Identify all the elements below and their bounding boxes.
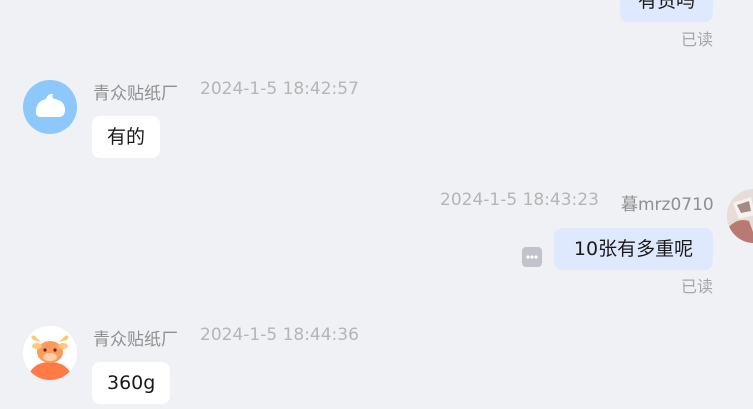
photo-avatar-icon <box>727 189 753 243</box>
message-bubble[interactable]: 10张有多重呢 <box>554 228 713 270</box>
message-time: 2024-1-5 18:44:36 <box>200 325 359 345</box>
read-status: 已读 <box>680 30 713 49</box>
message-bubble[interactable]: 有的 <box>92 116 161 158</box>
self-avatar[interactable] <box>727 189 753 243</box>
more-options-icon <box>526 255 538 259</box>
sender-name: 青众贴纸厂 <box>93 84 178 104</box>
message-bubble[interactable]: 有货吗 <box>620 0 713 22</box>
contact-avatar[interactable] <box>23 80 77 134</box>
sender-name: 青众贴纸厂 <box>93 330 178 350</box>
message-time: 2024-1-5 18:42:57 <box>200 79 359 99</box>
message-bubble[interactable]: 360g <box>92 362 171 404</box>
ox-avatar-icon <box>23 326 77 380</box>
contact-avatar[interactable] <box>23 326 77 380</box>
cloud-avatar-icon <box>35 93 65 117</box>
sender-name: 暮mrz0710 <box>621 195 714 215</box>
read-status: 已读 <box>680 277 713 296</box>
message-time: 2024-1-5 18:43:23 <box>440 190 599 210</box>
more-options-button[interactable] <box>522 247 542 267</box>
